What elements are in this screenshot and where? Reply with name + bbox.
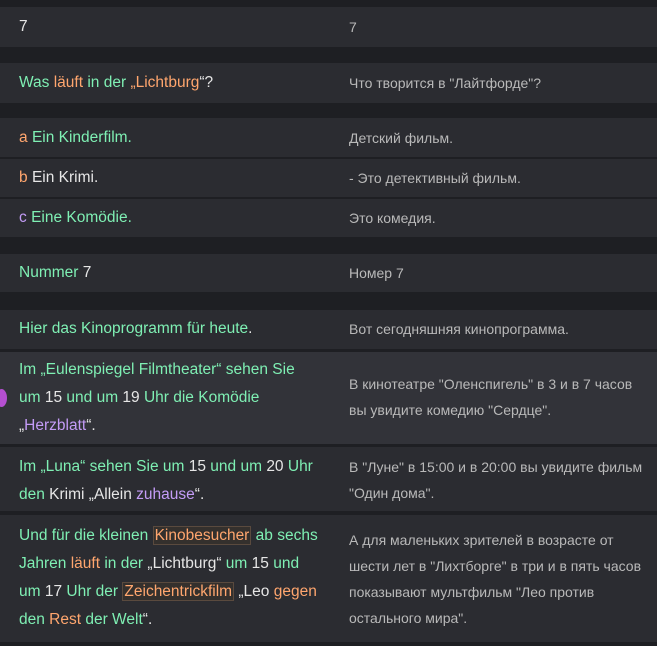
word-segment: Eine Komödie.	[31, 209, 132, 226]
russian-translation: 7	[349, 19, 357, 35]
german-sentence: Im „Luna“ sehen Sie um 15 und um 20 Uhr …	[19, 453, 319, 509]
word-segment: 15	[251, 555, 269, 572]
word-segment: läuft	[70, 555, 101, 572]
russian-translation: В "Луне" в 15:00 и в 20:00 вы увидите фи…	[349, 459, 643, 501]
word-segment: Ein Krimi.	[31, 169, 99, 186]
word-segment: sehen Sie	[225, 361, 295, 378]
word-segment: 15	[44, 389, 63, 406]
word-segment: Herzblatt	[24, 417, 87, 434]
russian-translation: Номер 7	[349, 265, 404, 281]
highlighted-word[interactable]: Kinobesucher	[152, 526, 252, 545]
word-segment: Uhr die Komödie	[139, 389, 260, 406]
word-segment: a	[19, 129, 32, 146]
word-segment: Rest	[49, 611, 82, 628]
sentence-row[interactable]: Im „Eulenspiegel Filmtheater“ sehen Sie …	[0, 352, 657, 444]
word-segment: in der	[100, 555, 148, 572]
word-segment: „Allein	[84, 486, 137, 503]
word-segment: „Lichtburg	[130, 74, 200, 91]
sentence-row[interactable]: Nummer 7 Номер 7	[0, 254, 657, 292]
german-sentence: Hier das Kinoprogramm für heute.	[19, 315, 319, 343]
word-segment: um	[19, 389, 45, 406]
german-sentence: Was läuft in der „Lichtburg“?	[19, 69, 319, 97]
german-sentence: Und für die kleinen Kinobesucher ab sech…	[19, 522, 319, 634]
word-segment: 19	[122, 389, 140, 406]
word-segment: um	[158, 458, 189, 475]
russian-translation: В кинотеатре "Оленспигель" в 3 и в 7 час…	[349, 376, 633, 418]
word-segment: “.	[194, 486, 205, 503]
word-segment: Hier das Kinoprogramm für heute	[19, 320, 249, 337]
word-segment: Und für die kleinen	[19, 527, 153, 544]
word-segment: Im „Luna“	[19, 458, 90, 475]
word-segment: um	[221, 555, 252, 572]
russian-translation: А для маленьких зрителей в возрасте от ш…	[349, 532, 642, 626]
sentence-row[interactable]: Im „Luna“ sehen Sie um 15 und um 20 Uhr …	[0, 447, 657, 511]
word-segment: den	[19, 611, 50, 628]
sentence-row[interactable]: a Ein Kinderfilm. Детский фильм.	[0, 118, 657, 157]
word-segment: .	[248, 320, 253, 337]
word-segment: Was	[19, 74, 54, 91]
word-segment: läuft	[53, 74, 84, 91]
word-segment: „Lichtburg“	[147, 555, 222, 572]
word-segment: zuhause	[136, 486, 195, 503]
word-segment: und um	[206, 458, 267, 475]
russian-translation: - Это детективный фильм.	[349, 170, 521, 186]
word-segment: “.	[142, 611, 153, 628]
german-sentence: Nummer 7	[19, 259, 319, 287]
sentence-row[interactable]: c Eine Komödie. Это комедия.	[0, 199, 657, 237]
word-segment: 20	[266, 458, 284, 475]
german-sentence: Im „Eulenspiegel Filmtheater“ sehen Sie …	[19, 356, 319, 440]
word-segment: Krimi	[49, 486, 85, 503]
russian-translation: Вот сегодняшняя кинопрограмма.	[349, 321, 569, 337]
russian-translation: Детский фильм.	[349, 130, 454, 146]
sentence-row[interactable]: b Ein Krimi. - Это детективный фильм.	[0, 159, 657, 197]
word-segment: in der	[83, 74, 131, 91]
sentence-row[interactable]: 7 7	[0, 7, 657, 47]
word-segment: „Leo	[234, 583, 274, 600]
word-segment: Im „Eulenspiegel Filmtheater“	[19, 361, 226, 378]
german-sentence: 7	[19, 13, 319, 41]
word-segment: 7	[19, 18, 28, 35]
german-sentence: c Eine Komödie.	[19, 204, 319, 232]
russian-translation: Это комедия.	[349, 210, 436, 226]
highlighted-word[interactable]: Zeichentrickfilm	[122, 582, 235, 601]
word-segment: 17	[44, 583, 63, 600]
word-segment: und um	[62, 389, 123, 406]
word-segment: “?	[199, 74, 214, 91]
sentence-row[interactable]: Und für die kleinen Kinobesucher ab sech…	[0, 515, 657, 642]
word-segment: b	[19, 169, 32, 186]
word-segment: gegen	[273, 583, 317, 600]
word-segment: c	[19, 209, 32, 226]
word-segment: Nummer	[19, 264, 83, 281]
word-segment: 15	[188, 458, 206, 475]
sentence-row[interactable]: Was läuft in der „Lichtburg“? Что творит…	[0, 63, 657, 103]
word-segment: der Welt	[81, 611, 143, 628]
word-segment: 7	[82, 264, 92, 281]
german-sentence: b Ein Krimi.	[19, 164, 319, 192]
word-segment: Uhr der	[62, 583, 123, 600]
word-segment: “.	[86, 417, 96, 434]
russian-translation: Что творится в "Лайтфорде"?	[349, 75, 542, 91]
word-segment: Ein Kinderfilm.	[31, 129, 132, 146]
german-sentence: a Ein Kinderfilm.	[19, 124, 319, 152]
word-segment: sehen Sie	[89, 458, 159, 475]
sentence-row[interactable]: Hier das Kinoprogramm für heute. Вот сег…	[0, 310, 657, 349]
